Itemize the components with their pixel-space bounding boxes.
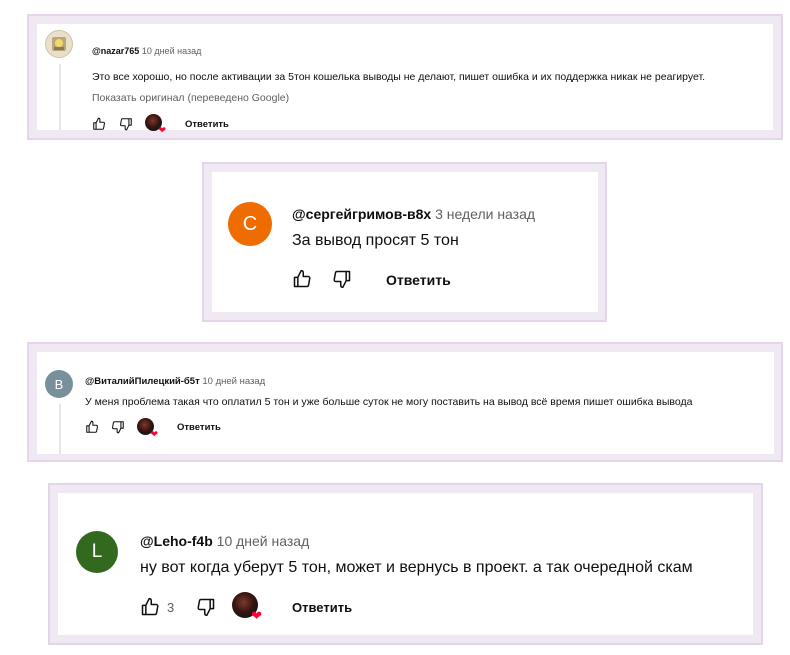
comment-text: У меня проблема такая что оплатил 5 тон … — [85, 396, 693, 408]
thumb-down-icon[interactable] — [196, 597, 216, 617]
thumb-down-icon[interactable] — [119, 117, 133, 131]
comment-card-leho: L @Leho-f4b 10 дней назад ну вот когда у… — [48, 483, 763, 645]
avatar-letter: L — [91, 541, 103, 562]
comment-text: ну вот когда уберут 5 тон, может и верну… — [140, 559, 693, 576]
avatar-letter: С — [242, 212, 258, 235]
comment-card-vitaliy: В @ВиталийПилецкий-б5т 10 дней назад У м… — [27, 342, 783, 462]
creator-heart-icon[interactable]: ❤ — [137, 418, 158, 439]
timestamp[interactable]: 10 дней назад — [217, 533, 310, 549]
thumb-up-icon[interactable] — [85, 420, 99, 434]
timestamp[interactable]: 10 дней назад — [142, 46, 202, 56]
thumb-up-icon[interactable] — [92, 117, 106, 131]
comment-body: L @Leho-f4b 10 дней назад ну вот когда у… — [58, 493, 753, 635]
reply-button[interactable]: Ответить — [177, 422, 221, 433]
avatar-image-icon — [52, 37, 66, 51]
comment-meta: @nazar765 10 дней назад — [92, 46, 201, 56]
reply-button[interactable]: Ответить — [386, 272, 451, 288]
comment-card-nazar765: @nazar765 10 дней назад Это все хорошо, … — [27, 14, 783, 140]
thread-line — [59, 64, 61, 130]
avatar-letter: В — [54, 376, 64, 392]
author-handle[interactable]: @сергейгримов-в8х — [292, 206, 431, 222]
thread-line — [59, 404, 61, 454]
comment-body: В @ВиталийПилецкий-б5т 10 дней назад У м… — [37, 352, 774, 454]
comment-body: С @сергейгримов-в8х 3 недели назад За вы… — [212, 172, 598, 312]
comment-body: @nazar765 10 дней назад Это все хорошо, … — [37, 24, 773, 135]
thumb-up-icon[interactable] — [140, 597, 160, 617]
avatar[interactable]: L — [76, 531, 118, 573]
thumb-down-icon[interactable] — [332, 269, 352, 289]
author-handle[interactable]: @nazar765 — [92, 46, 139, 56]
comment-meta: @сергейгримов-в8х 3 недели назад — [292, 206, 535, 222]
reply-button[interactable]: Ответить — [185, 119, 229, 130]
comment-meta: @ВиталийПилецкий-б5т 10 дней назад — [85, 376, 265, 387]
comment-meta: @Leho-f4b 10 дней назад — [140, 533, 309, 549]
show-original-link[interactable]: Показать оригинал (переведено Google) — [92, 92, 289, 104]
author-handle[interactable]: @ВиталийПилецкий-б5т — [85, 376, 200, 387]
creator-heart-icon[interactable]: ❤ — [145, 114, 166, 135]
avatar[interactable]: В — [45, 370, 73, 398]
thumb-down-icon[interactable] — [111, 420, 125, 434]
comment-text: За вывод просят 5 тон — [292, 232, 459, 249]
avatar[interactable]: С — [228, 202, 272, 246]
thumb-up-icon[interactable] — [292, 269, 312, 289]
creator-heart-icon[interactable]: ❤ — [232, 592, 262, 622]
timestamp[interactable]: 3 недели назад — [435, 206, 535, 222]
avatar[interactable] — [45, 30, 73, 58]
comment-text: Это все хорошо, но после активации за 5т… — [92, 71, 706, 83]
author-handle[interactable]: @Leho-f4b — [140, 533, 213, 549]
like-count: 3 — [167, 600, 175, 615]
comment-card-sergeygrimov: С @сергейгримов-в8х 3 недели назад За вы… — [202, 162, 607, 322]
reply-button[interactable]: Ответить — [292, 600, 352, 615]
timestamp[interactable]: 10 дней назад — [202, 376, 265, 387]
